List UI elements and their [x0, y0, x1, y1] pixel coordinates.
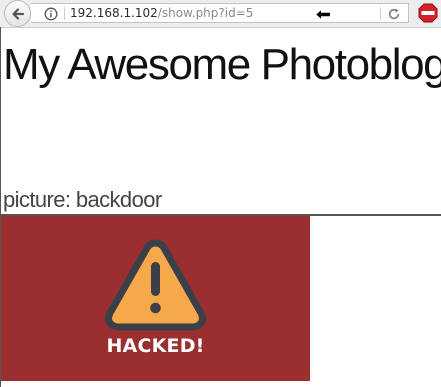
url-path: /show.php?id=5 — [157, 6, 254, 20]
hacked-image: HACKED! — [1, 216, 310, 381]
back-button[interactable] — [4, 0, 31, 27]
mouse-cursor-icon — [314, 8, 331, 21]
url-host: 192.168.1.102 — [70, 6, 158, 20]
stop-icon[interactable] — [418, 3, 438, 23]
reload-icon[interactable] — [387, 7, 401, 21]
browser-toolbar: 192.168.1.102/show.php?id=5 — [0, 0, 441, 28]
back-arrow-icon — [12, 8, 25, 20]
url-separator-right — [380, 7, 381, 20]
picture-label: picture: backdoor — [3, 187, 162, 212]
warning-icon — [105, 239, 206, 331]
address-bar[interactable]: 192.168.1.102/show.php?id=5 — [31, 3, 409, 23]
url-text[interactable]: 192.168.1.102/show.php?id=5 — [70, 6, 253, 21]
hacked-text: HACKED! — [106, 335, 205, 357]
info-icon[interactable] — [44, 7, 58, 21]
site-title: My Awesome Photoblog — [3, 40, 441, 89]
browser-window: 192.168.1.102/show.php?id=5 My Awesome P… — [0, 0, 441, 387]
url-separator — [64, 7, 65, 20]
